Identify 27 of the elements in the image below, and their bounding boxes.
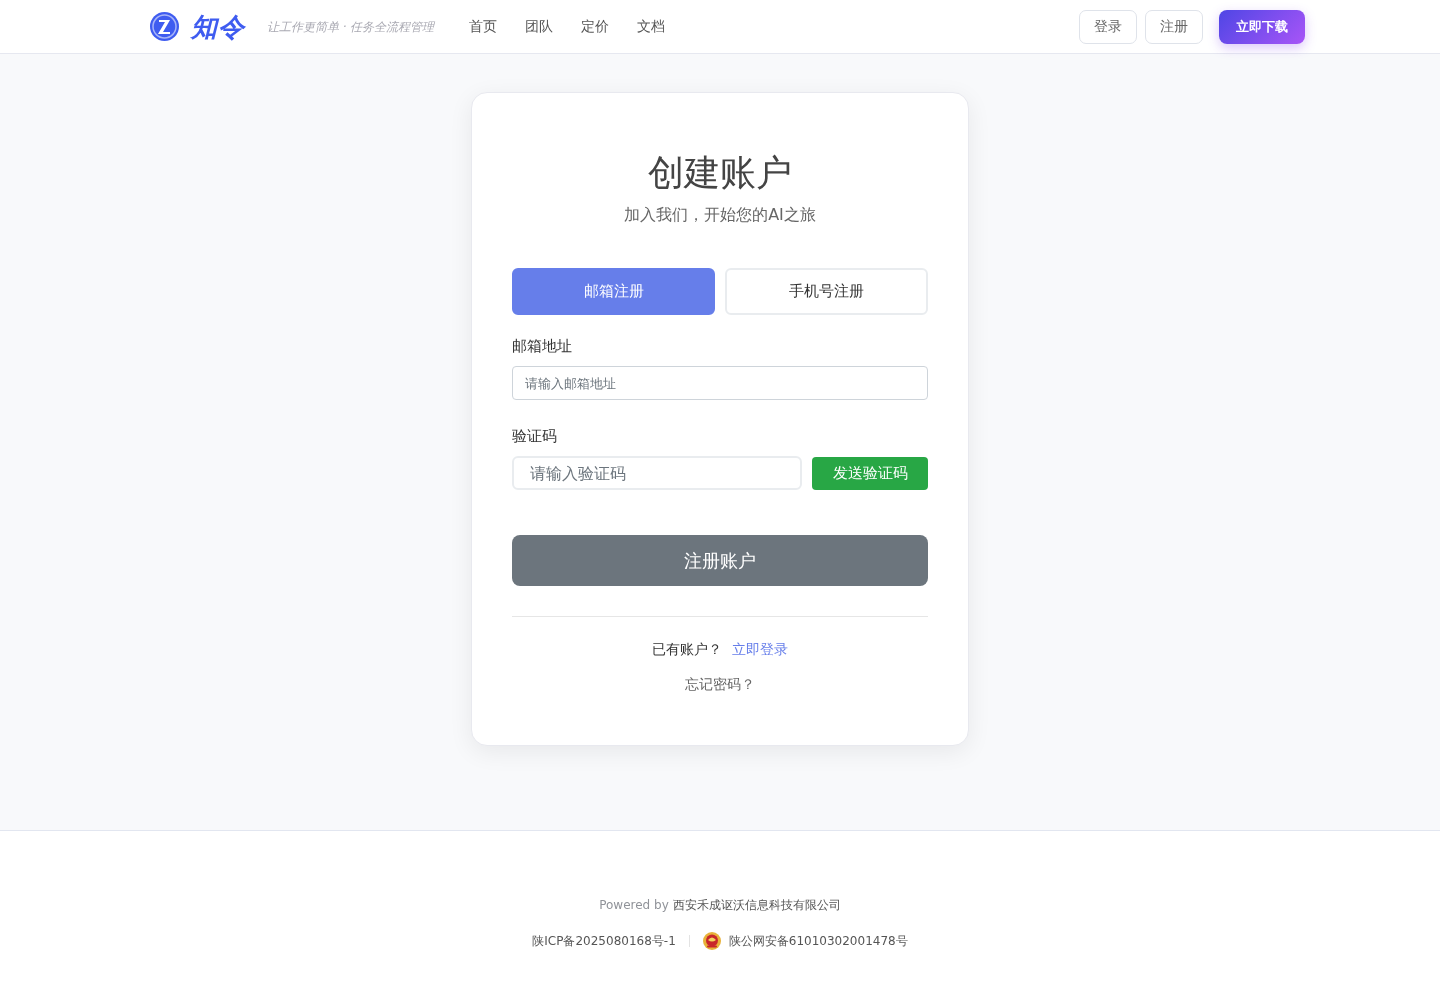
card-subtitle: 加入我们，开始您的AI之旅 <box>623 204 817 226</box>
field-label: 验证码 <box>512 426 558 447</box>
company-link[interactable]: 西安禾成讴沃信息科技有限公司 <box>672 896 841 914</box>
email-field[interactable]: 请输入邮箱地址 <box>512 366 928 400</box>
nav-link[interactable]: 文档 <box>623 16 680 37</box>
forgot-password-link[interactable]: 忘记密码？ <box>685 674 755 695</box>
emblem-icon <box>702 932 721 950</box>
register-tab[interactable]: 邮箱注册 <box>512 268 715 315</box>
police-record-link[interactable]: 陕公网安备61010302001478号 <box>728 932 908 950</box>
brand-logo[interactable]: 知令 <box>191 13 245 40</box>
login-prompt: 已有账户？ <box>652 640 722 659</box>
nav-button[interactable]: 登录 <box>1079 9 1137 44</box>
card-title: 创建账户 <box>647 151 793 194</box>
tagline: 让工作更简单 · 任务全流程管理 <box>267 18 435 36</box>
icp-link[interactable]: 陕ICP备2025080168号-1 <box>532 932 676 950</box>
powered-by-text: Powered by <box>599 897 669 914</box>
code-field[interactable]: 请输入验证码 <box>512 456 802 490</box>
nav-button[interactable]: 注册 <box>1145 9 1203 44</box>
download-button[interactable]: 立即下载 <box>1219 9 1305 44</box>
register-tab[interactable]: 手机号注册 <box>725 268 928 315</box>
field-label: 邮箱地址 <box>512 336 573 357</box>
nav-link[interactable]: 定价 <box>567 16 624 37</box>
nav-link[interactable]: 首页 <box>455 16 512 37</box>
login-link[interactable]: 立即登录 <box>732 639 788 660</box>
logo-icon <box>150 12 179 41</box>
register-button[interactable]: 注册账户 <box>512 535 928 586</box>
nav-link[interactable]: 团队 <box>511 16 568 37</box>
